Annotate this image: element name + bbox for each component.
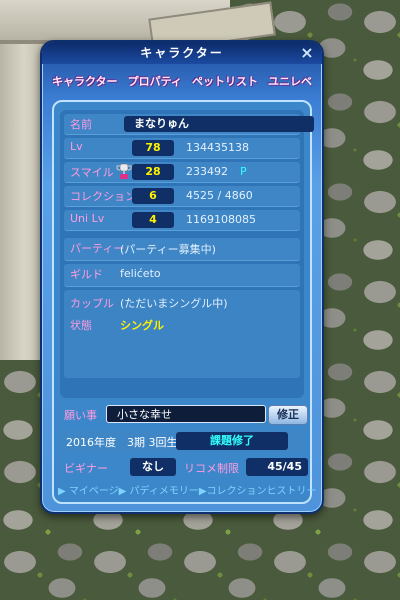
wish-label: 願い事: [64, 409, 97, 422]
status-label: 状態: [70, 319, 92, 332]
lv-value: 78: [132, 140, 174, 156]
smile-points: 233492: [186, 165, 228, 178]
tab-property[interactable]: プロパティ: [124, 73, 186, 89]
recommend-limit-value: 45/45: [246, 458, 308, 476]
beginner-value: なし: [130, 458, 176, 476]
tab-bar: キャラクター プロパティ ペットリスト ユニレベ: [48, 70, 316, 92]
term-row: 2016年度 3期 3回生 課題修了: [60, 430, 304, 452]
window-title: キャラクター: [140, 46, 224, 60]
recommend-limit-label: リコメ制限: [184, 462, 239, 475]
trophy-icon: [116, 163, 132, 180]
tab-uni-level[interactable]: ユニレベ: [264, 73, 316, 89]
uni-lv-value: 4: [132, 212, 174, 228]
couple-label: カップル: [70, 297, 114, 310]
name-row: 名前 まなりゅん: [64, 114, 314, 135]
lv-row: Lv 78 134435138: [64, 138, 300, 159]
collection-history-link[interactable]: ▶コレクションヒストリー: [199, 482, 317, 500]
window-titlebar[interactable]: キャラクター ×: [42, 42, 322, 64]
term-result: 課題修了: [176, 432, 288, 450]
content-area: 名前 まなりゅん Lv 78 134435138 スマイル 28 233492 …: [52, 100, 317, 504]
smile-unit: P: [240, 165, 247, 178]
lv-label: Lv: [70, 140, 83, 153]
guild-label: ギルド: [70, 268, 103, 281]
uni-lv-exp: 1169108085: [186, 213, 256, 226]
couple-area: カップル (ただいまシングル中) 状態 シングル: [64, 290, 300, 378]
beginner-label: ビギナー: [64, 462, 108, 475]
uni-lv-label: Uni Lv: [70, 212, 105, 225]
status-value: シングル: [120, 319, 164, 332]
smile-label: スマイル: [70, 166, 114, 179]
tab-character[interactable]: キャラクター: [48, 73, 122, 89]
party-value: (パーティー募集中): [120, 243, 216, 256]
uni-lv-row: Uni Lv 4 1169108085: [64, 210, 300, 231]
smile-value: 28: [132, 164, 174, 180]
character-window: キャラクター × キャラクター プロパティ ペットリスト ユニレベ 名前 まなり…: [40, 40, 324, 514]
collection-progress: 4525 / 4860: [186, 189, 253, 202]
name-value: まなりゅん: [124, 116, 314, 132]
term-text: 2016年度 3期 3回生: [66, 436, 178, 449]
guild-row: ギルド felićeto: [64, 264, 300, 287]
close-icon[interactable]: ×: [300, 45, 316, 61]
wish-field[interactable]: 小さな幸せ: [106, 405, 266, 423]
collection-label: コレクション: [70, 190, 136, 203]
collection-value: 6: [132, 188, 174, 204]
edit-wish-button[interactable]: 修正: [268, 405, 308, 425]
profile-panel: 名前 まなりゅん Lv 78 134435138 スマイル 28 233492 …: [60, 110, 314, 398]
smile-row: スマイル 28 233492 P: [64, 162, 300, 183]
guild-value[interactable]: felićeto: [120, 267, 161, 280]
party-label: パーティー: [70, 242, 125, 255]
buddy-memory-link[interactable]: ▶ パディメモリー: [119, 482, 199, 500]
tab-pet-list[interactable]: ペットリスト: [188, 73, 262, 89]
mypage-link[interactable]: ▶ マイページ: [58, 482, 119, 500]
wish-row: 願い事 小さな幸せ 修正: [60, 404, 308, 426]
link-bar: ▶ マイページ ▶ パディメモリー ▶コレクションヒストリー: [58, 482, 317, 500]
name-label: 名前: [70, 118, 92, 131]
beginner-row: ビギナー なし リコメ制限 45/45: [60, 456, 308, 478]
collection-row: コレクション 6 4525 / 4860: [64, 186, 300, 207]
party-row: パーティー (パーティー募集中): [64, 238, 300, 261]
lv-exp: 134435138: [186, 141, 249, 154]
couple-value: (ただいまシングル中): [120, 297, 228, 310]
